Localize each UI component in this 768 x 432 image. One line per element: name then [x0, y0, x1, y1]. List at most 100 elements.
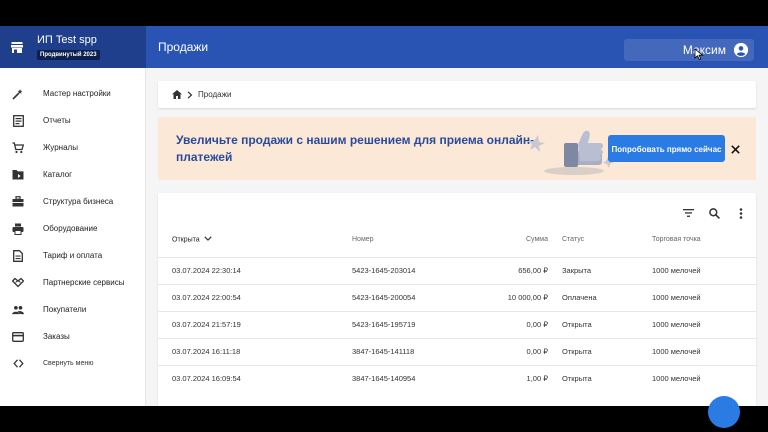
company-name: ИП Test spp	[37, 34, 97, 46]
top-bar: ИП Test spp Продвинутый 2023 Продажи Мак…	[0, 26, 768, 68]
chevron-down-icon	[204, 236, 212, 243]
column-outlet[interactable]: Торговая точка	[652, 223, 756, 257]
magic-wand-icon	[12, 88, 24, 100]
cell-sum: 656,00 ₽	[482, 256, 548, 284]
table-row[interactable]: 03.07.2024 21:57:19 5423-1645-195719 0,0…	[158, 310, 756, 338]
sidebar-item-label: Партнерские сервисы	[43, 278, 125, 287]
cell-number: 5423-1645-200054	[352, 283, 482, 311]
sidebar-collapse-label: Свернуть меню	[43, 360, 94, 367]
sidebar-item-catalog[interactable]: Каталог	[0, 161, 145, 188]
search-icon[interactable]	[707, 206, 721, 220]
cell-opened: 03.07.2024 22:00:54	[158, 283, 352, 311]
sidebar-item-business-structure[interactable]: Структура бизнеса	[0, 188, 145, 215]
home-icon[interactable]	[172, 86, 182, 104]
cell-outlet: 1000 мелочей	[652, 283, 756, 311]
folder-icon	[12, 169, 24, 181]
chevron-right-icon	[187, 90, 193, 99]
add-fab-button[interactable]	[708, 396, 740, 428]
column-sum[interactable]: Сумма	[482, 223, 548, 257]
app-window: ИП Test spp Продвинутый 2023 Продажи Мак…	[0, 26, 768, 406]
cell-status: Открыта	[548, 364, 652, 392]
sidebar-item-label: Журналы	[43, 143, 78, 152]
sidebar-item-label: Заказы	[43, 332, 70, 341]
video-letterbox-bottom	[0, 406, 768, 432]
promo-text: Увеличьте продажи с нашим решением для п…	[176, 133, 535, 164]
breadcrumb: Продажи	[158, 81, 756, 108]
page-header: Продажи Максим	[146, 26, 768, 68]
cell-opened: 03.07.2024 22:30:14	[158, 256, 352, 284]
sales-table-card: Открыта Номер Сумма Статус Торговая точк…	[158, 193, 756, 406]
column-number[interactable]: Номер	[352, 223, 482, 257]
column-status[interactable]: Статус	[548, 223, 652, 257]
cell-number: 3847-1645-141118	[352, 337, 482, 365]
briefcase-icon	[12, 196, 24, 208]
try-now-button[interactable]: Попробовать прямо сейчас	[608, 135, 725, 162]
main-content: Продажи Увеличьте продажи с нашим решени…	[146, 68, 768, 406]
sidebar-item-customers[interactable]: Покупатели	[0, 296, 145, 323]
sidebar-item-setup-wizard[interactable]: Мастер настройки	[0, 80, 145, 107]
table-row[interactable]: 03.07.2024 22:30:14 5423-1645-203014 656…	[158, 256, 756, 284]
cell-number: 3847-1645-140954	[352, 364, 482, 392]
table-header-row: Открыта Номер Сумма Статус Торговая точк…	[158, 223, 756, 257]
sidebar: Мастер настройки Отчеты Журналы Каталог …	[0, 68, 146, 406]
video-letterbox-top	[0, 0, 768, 26]
sidebar-item-label: Каталог	[43, 170, 73, 179]
cell-outlet: 1000 мелочей	[652, 310, 756, 338]
sidebar-item-label: Тариф и оплата	[43, 251, 103, 260]
printer-icon	[12, 223, 24, 235]
account-icon	[734, 43, 748, 57]
cell-outlet: 1000 мелочей	[652, 256, 756, 284]
cell-status: Открыта	[548, 337, 652, 365]
collapse-icon	[12, 358, 24, 370]
report-icon	[12, 114, 24, 127]
page-title: Продажи	[158, 40, 209, 54]
sidebar-item-journals[interactable]: Журналы	[0, 134, 145, 161]
cell-sum: 0,00 ₽	[482, 337, 548, 365]
cell-outlet: 1000 мелочей	[652, 364, 756, 392]
promo-banner: Увеличьте продажи с нашим решением для п…	[158, 117, 756, 180]
user-menu-button[interactable]: Максим	[624, 39, 754, 61]
cell-opened: 03.07.2024 21:57:19	[158, 310, 352, 338]
cell-number: 5423-1645-195719	[352, 310, 482, 338]
cell-opened: 03.07.2024 16:09:54	[158, 364, 352, 392]
cell-sum: 1,00 ₽	[482, 364, 548, 392]
table-row[interactable]: 03.07.2024 16:11:18 3847-1645-141118 0,0…	[158, 337, 756, 365]
cell-status: Открыта	[548, 310, 652, 338]
table-row[interactable]: 03.07.2024 16:09:54 3847-1645-140954 1,0…	[158, 364, 756, 392]
more-vert-icon[interactable]	[734, 206, 748, 220]
user-name: Максим	[682, 43, 726, 57]
sales-table: Открыта Номер Сумма Статус Торговая точк…	[158, 223, 756, 392]
sidebar-item-label: Отчеты	[43, 116, 71, 125]
sidebar-item-tariff[interactable]: Тариф и оплата	[0, 242, 145, 269]
brand-block[interactable]: ИП Test spp Продвинутый 2023	[0, 26, 146, 68]
table-row[interactable]: 03.07.2024 22:00:54 5423-1645-200054 10 …	[158, 283, 756, 311]
sidebar-item-label: Покупатели	[43, 305, 87, 314]
sidebar-item-equipment[interactable]: Оборудование	[0, 215, 145, 242]
cell-sum: 10 000,00 ₽	[482, 283, 548, 311]
cell-number: 5423-1645-203014	[352, 256, 482, 284]
document-icon	[12, 249, 24, 262]
cart-icon	[12, 141, 24, 154]
close-icon[interactable]	[729, 143, 741, 155]
card-icon	[12, 331, 24, 343]
sidebar-item-label: Мастер настройки	[43, 89, 111, 98]
sidebar-collapse-button[interactable]: Свернуть меню	[0, 350, 145, 377]
cell-opened: 03.07.2024 16:11:18	[158, 337, 352, 365]
cell-outlet: 1000 мелочей	[652, 337, 756, 365]
sidebar-item-reports[interactable]: Отчеты	[0, 107, 145, 134]
sidebar-item-partner-services[interactable]: Партнерские сервисы	[0, 269, 145, 296]
plan-badge: Продвинутый 2023	[37, 50, 100, 60]
sidebar-item-label: Структура бизнеса	[43, 197, 114, 206]
people-icon	[12, 304, 24, 316]
filter-icon[interactable]	[681, 206, 695, 220]
store-icon	[10, 40, 24, 54]
cell-status: Закрыта	[548, 256, 652, 284]
sidebar-item-label: Оборудование	[43, 224, 98, 233]
breadcrumb-current: Продажи	[198, 90, 232, 99]
mouse-cursor-icon	[694, 48, 704, 60]
cell-status: Оплачена	[548, 283, 652, 311]
handshake-icon	[12, 277, 24, 289]
sidebar-item-orders[interactable]: Заказы	[0, 323, 145, 350]
cell-sum: 0,00 ₽	[482, 310, 548, 338]
column-opened[interactable]: Открыта	[158, 223, 352, 257]
